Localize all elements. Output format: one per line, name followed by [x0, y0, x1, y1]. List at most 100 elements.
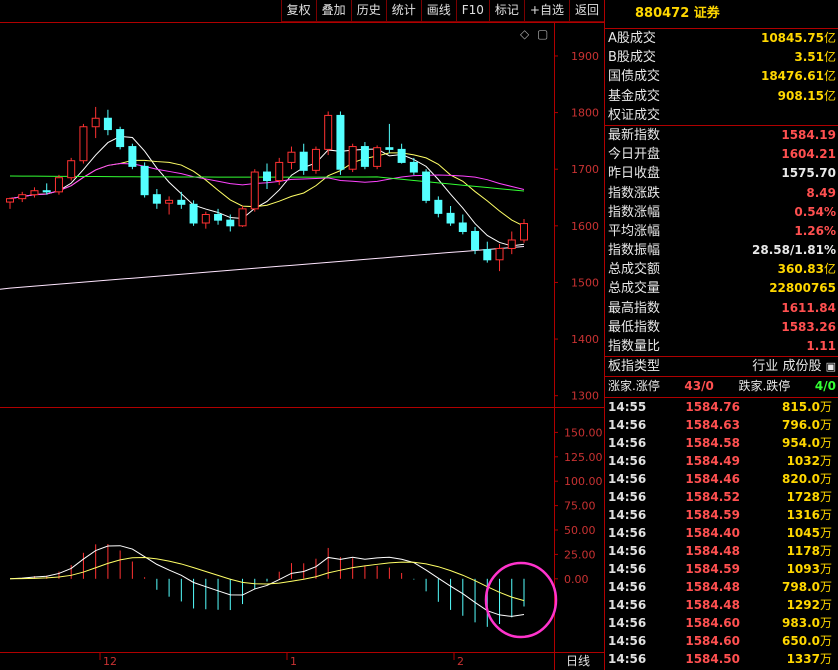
tick-volume: 1178万	[740, 542, 832, 560]
chart-toolbar: 复权 叠加 历史 统计 画线 F10 标记 +自选 返回	[0, 0, 604, 22]
candle-body	[434, 199, 443, 214]
tick-volume-unit: 万	[819, 561, 832, 576]
tick-time: 14:56	[608, 561, 647, 576]
tick-volume: 815.0万	[740, 398, 832, 416]
tick-volume-unit: 万	[819, 453, 832, 468]
candle-body	[311, 148, 320, 171]
candle-body	[324, 114, 333, 150]
tick-volume-number: 1316	[786, 507, 820, 522]
stats-value: 10845.75亿	[761, 29, 836, 48]
tick-price: 1584.49	[685, 453, 740, 468]
tick-row: 14:56 1584.58 954.0万	[605, 434, 838, 452]
macd-tick-label: 150.00	[564, 426, 603, 439]
board-type-label: 板指类型	[608, 359, 661, 375]
x-axis: 12 1 2	[99, 652, 464, 668]
candle-body	[275, 161, 284, 182]
index_stats-row: 指数振幅 28.58/1.81%	[605, 241, 838, 260]
stats-row: A股成交 10845.75亿	[605, 29, 838, 48]
tick-volume-number: 1292	[786, 597, 820, 612]
tick-volume: 954.0万	[740, 434, 832, 452]
index_stats-value: 1575.70	[781, 164, 836, 183]
tick-row: 14:56 1584.59 1316万	[605, 506, 838, 524]
index_stats-row: 最新指数 1584.19	[605, 126, 838, 145]
toolbar-button-huaxian[interactable]: 画线	[420, 0, 456, 22]
tick-price: 1584.50	[685, 651, 740, 666]
tick-volume: 1292万	[740, 596, 832, 614]
candle-body	[177, 199, 186, 205]
stats-row: 权证成交	[605, 106, 838, 125]
breadth-row: 涨家.涨停 43/0 跌家.跌停 4/0	[605, 376, 838, 396]
index_stats-row: 最低指数 1583.26	[605, 318, 838, 337]
tick-row: 14:56 1584.60 650.0万	[605, 632, 838, 650]
tick-volume-unit: 万	[819, 507, 832, 522]
tick-volume-unit: 万	[819, 435, 832, 450]
tick-list[interactable]: 14:55 1584.76 815.0万 14:56 1584.63 796.0万 14:5…	[605, 396, 838, 668]
market-volume-stats: A股成交 10845.75亿 B股成交 3.51亿 国债成交 18476.61亿 基金成交 9…	[605, 29, 838, 125]
index_stats-label: 总成交额	[608, 262, 661, 278]
tick-volume-unit: 万	[819, 417, 832, 432]
index_stats-label: 指数振幅	[608, 243, 661, 259]
stats-row: 基金成交 908.15亿	[605, 87, 838, 106]
price-axis: 1900 1800 1700 1600 1500 1400 1300	[554, 50, 599, 403]
tick-row: 14:56 1584.49 1032万	[605, 452, 838, 470]
components-link[interactable]: 成份股	[782, 359, 821, 374]
index_stats-number: 0.54%	[794, 204, 836, 219]
index_stats-row: 指数涨跌 8.49	[605, 184, 838, 203]
tick-volume-number: 796.0	[782, 417, 820, 432]
macd-tick-label: 100.00	[564, 475, 603, 488]
moving-averages	[0, 135, 525, 290]
tick-volume: 796.0万	[740, 416, 832, 434]
macd-pane	[9, 544, 525, 627]
board-type-row: 板指类型 行业 成份股 ▣	[605, 356, 838, 376]
diamond-icon[interactable]: ◇	[520, 27, 530, 41]
candle-body	[483, 249, 492, 261]
tick-volume: 1032万	[740, 452, 832, 470]
tick-volume: 650.0万	[740, 632, 832, 650]
toolbar-button-fanhui[interactable]: 返回	[568, 0, 604, 22]
tick-volume-unit: 万	[819, 543, 832, 558]
index_stats-row: 总成交量 22800765	[605, 279, 838, 298]
candle-body	[495, 247, 504, 261]
stats-unit: 亿	[823, 31, 836, 45]
industry-link[interactable]: 行业	[752, 359, 778, 374]
toolbar-button-tongji[interactable]: 统计	[385, 0, 421, 22]
index_stats-label: 平均涨幅	[608, 223, 661, 239]
tick-row: 14:56 1584.40 1045万	[605, 524, 838, 542]
ma-line	[0, 245, 525, 290]
stats-number: 3.51	[794, 50, 824, 65]
toolbar-button-f10[interactable]: F10	[455, 0, 489, 22]
index_stats-number: 1604.21	[781, 147, 836, 162]
chart-area[interactable]: 1900180017001600150014001300 150.00125.0…	[0, 0, 604, 670]
index_stats-row: 昨日收盘 1575.70	[605, 164, 838, 183]
candle-body	[165, 199, 174, 204]
tick-volume-number: 1337	[786, 651, 820, 666]
price-tick-label: 1700	[571, 163, 599, 176]
tick-volume-unit: 万	[819, 471, 832, 486]
toolbar-button-zixuan[interactable]: +自选	[523, 0, 569, 22]
toolbar-button-biaoji[interactable]: 标记	[488, 0, 524, 22]
tick-time: 14:56	[608, 435, 647, 450]
toolbar-button-lishi[interactable]: 历史	[350, 0, 386, 22]
index_stats-number: 28.58/1.81%	[752, 243, 836, 258]
period-label[interactable]: 日线	[566, 654, 590, 668]
index_stats-label: 最低指数	[608, 319, 661, 335]
up-value: 43/0	[684, 379, 714, 394]
candle-body	[471, 230, 480, 251]
index_stats-value: 1584.19	[781, 126, 836, 145]
tick-volume-unit: 万	[819, 651, 832, 666]
stats-label: A股成交	[608, 31, 656, 46]
tick-volume-unit: 万	[819, 525, 832, 540]
price-tick-label: 1500	[571, 276, 599, 289]
tick-volume-unit: 万	[819, 633, 832, 648]
toolbar-button-diejia[interactable]: 叠加	[315, 0, 351, 22]
tick-volume: 1093万	[740, 560, 832, 578]
candle-body	[152, 194, 161, 204]
toolbar-button-fuquan[interactable]: 复权	[280, 0, 316, 22]
tick-volume: 1337万	[740, 650, 832, 668]
tick-time: 14:56	[608, 597, 647, 612]
tick-volume: 798.0万	[740, 578, 832, 596]
index_stats-row: 今日开盘 1604.21	[605, 145, 838, 164]
index_stats-number: 1575.70	[781, 166, 836, 181]
index_stats-unit: 亿	[823, 262, 836, 277]
box-icon[interactable]: ▢	[537, 27, 548, 41]
